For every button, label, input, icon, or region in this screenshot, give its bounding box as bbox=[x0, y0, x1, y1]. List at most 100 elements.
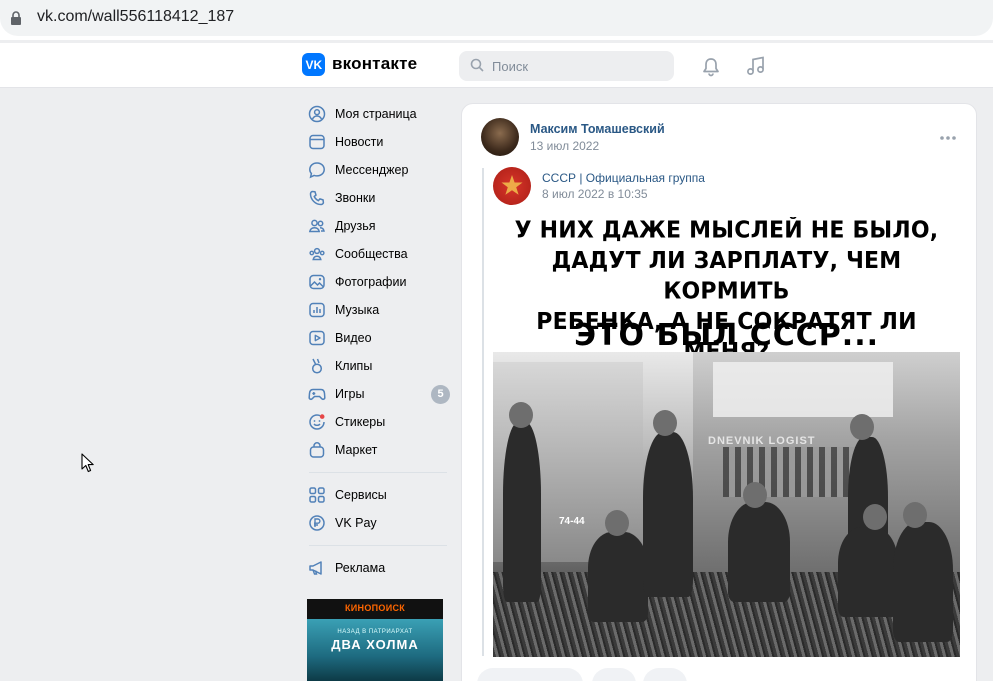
search-icon bbox=[470, 58, 484, 72]
sidebar-item-my-page[interactable]: Моя страница bbox=[307, 100, 452, 128]
phone-icon bbox=[309, 190, 325, 206]
comment-button[interactable] bbox=[592, 668, 636, 681]
photo-scene: DNEVNIK LOGIST 74-44 bbox=[493, 352, 960, 657]
image-caption-line: У НИХ ДАЖЕ МЫСЛЕЙ НЕ БЫЛО, bbox=[514, 217, 939, 244]
promo-subtitle: НАЗАД В ПАТРИАРХАТ bbox=[337, 629, 413, 635]
sidebar-item-label: Маркет bbox=[335, 443, 378, 457]
truck-watermark: DNEVNIK LOGIST bbox=[708, 435, 816, 447]
sidebar-item-label: Сообщества bbox=[335, 247, 408, 261]
sidebar-item-news[interactable]: Новости bbox=[307, 128, 452, 156]
sidebar-item-label: Музыка bbox=[335, 303, 380, 317]
vkpay-icon bbox=[309, 515, 325, 531]
sidebar-item-label: Реклама bbox=[335, 561, 386, 575]
sidebar-item-label: VK Pay bbox=[335, 516, 377, 530]
music-icon[interactable] bbox=[745, 55, 767, 77]
sidebar-item-label: Фотографии bbox=[335, 275, 407, 289]
wall-post: Максим Томашевский 13 июл 2022 СССР | Оф… bbox=[461, 103, 977, 681]
search-input[interactable] bbox=[492, 51, 667, 81]
sidebar-item-vkpay[interactable]: VK Pay bbox=[307, 509, 452, 537]
person-head bbox=[863, 504, 887, 530]
post-author[interactable]: Максим Томашевский bbox=[530, 122, 665, 136]
lock-icon bbox=[11, 11, 21, 25]
license-plate: 74-44 bbox=[559, 516, 585, 527]
user-circle-icon bbox=[308, 105, 326, 123]
post-image[interactable]: У НИХ ДАЖЕ МЫСЛЕЙ НЕ БЫЛО, ДАДУТ ЛИ ЗАРП… bbox=[493, 217, 960, 657]
person bbox=[728, 502, 790, 602]
games-count-badge: 5 bbox=[431, 385, 450, 404]
music-icon bbox=[309, 302, 325, 318]
star-icon bbox=[501, 175, 523, 195]
mouse-cursor-icon bbox=[81, 453, 94, 473]
sidebar-item-label: Видео bbox=[335, 331, 372, 345]
sidebar-item-market[interactable]: Маркет bbox=[307, 436, 452, 464]
sidebar-item-label: Моя страница bbox=[335, 107, 417, 121]
like-button[interactable] bbox=[477, 668, 583, 681]
address-field[interactable]: vk.com/wall556118412_187 bbox=[0, 0, 993, 36]
clips-icon bbox=[311, 358, 323, 374]
vk-logo-text[interactable]: вконтакте bbox=[332, 54, 417, 74]
person-head bbox=[605, 510, 629, 536]
message-icon bbox=[309, 162, 325, 179]
sidebar-item-friends[interactable]: Друзья bbox=[307, 212, 452, 240]
image-caption-line: ДАДУТ ЛИ ЗАРПЛАТУ, ЧЕМ КОРМИТЬ bbox=[551, 247, 902, 305]
person-head bbox=[653, 410, 677, 436]
person-head bbox=[850, 414, 874, 440]
person-head bbox=[509, 402, 533, 428]
sidebar-item-label: Сервисы bbox=[335, 488, 387, 502]
sidebar-divider bbox=[309, 472, 447, 473]
truck-windshield bbox=[713, 362, 893, 417]
person bbox=[893, 522, 953, 642]
repost-indicator-line bbox=[482, 168, 484, 656]
sidebar-item-label: Звонки bbox=[335, 191, 376, 205]
sidebar-item-stickers[interactable]: Стикеры bbox=[307, 408, 452, 436]
svg-text:VK: VK bbox=[306, 58, 323, 72]
stickers-icon bbox=[309, 414, 325, 430]
sidebar-item-services[interactable]: Сервисы bbox=[307, 481, 452, 509]
sidebar-item-games[interactable]: Игры 5 bbox=[307, 380, 452, 408]
sidebar-item-video[interactable]: Видео bbox=[307, 324, 452, 352]
vk-header: VK вконтакте bbox=[0, 43, 993, 88]
group-avatar[interactable] bbox=[493, 167, 531, 205]
news-icon bbox=[309, 134, 325, 150]
person bbox=[588, 532, 648, 622]
photo-icon bbox=[309, 274, 325, 290]
sidebar-item-label: Игры bbox=[335, 387, 365, 401]
author-avatar[interactable] bbox=[481, 118, 519, 156]
sidebar-item-photos[interactable]: Фотографии bbox=[307, 268, 452, 296]
sidebar-item-label: Стикеры bbox=[335, 415, 386, 429]
promo-title: ДВА ХОЛМА bbox=[331, 637, 419, 652]
share-button[interactable] bbox=[643, 668, 687, 681]
sidebar-item-communities[interactable]: Сообщества bbox=[307, 240, 452, 268]
vk-logo-icon[interactable]: VK bbox=[302, 53, 325, 76]
market-icon bbox=[309, 442, 325, 458]
left-sidebar: Моя страница Новости Мессенджер Звонки Д… bbox=[307, 100, 452, 582]
post-date[interactable]: 13 июл 2022 bbox=[530, 139, 599, 153]
sidebar-item-label: Друзья bbox=[335, 219, 376, 233]
repost-date[interactable]: 8 июл 2022 в 10:35 bbox=[542, 187, 648, 201]
sidebar-item-calls[interactable]: Звонки bbox=[307, 184, 452, 212]
sidebar-item-label: Новости bbox=[335, 135, 384, 149]
sidebar-item-messenger[interactable]: Мессенджер bbox=[307, 156, 452, 184]
image-caption-big: ЭТО БЫЛ СССР... bbox=[574, 318, 879, 353]
promo-banner[interactable]: КИНОПОИСК НАЗАД В ПАТРИАРХАТ ДВА ХОЛМА bbox=[307, 599, 443, 681]
sidebar-item-label: Клипы bbox=[335, 359, 373, 373]
video-icon bbox=[309, 330, 325, 346]
person-head bbox=[743, 482, 767, 508]
person-head bbox=[903, 502, 927, 528]
friends-icon bbox=[308, 219, 325, 233]
sidebar-item-ads[interactable]: Реклама bbox=[307, 554, 452, 582]
communities-icon bbox=[309, 247, 325, 261]
repost-group-name[interactable]: СССР | Официальная группа bbox=[542, 171, 705, 185]
person bbox=[643, 432, 693, 597]
bell-icon[interactable] bbox=[700, 56, 722, 78]
sidebar-item-clips[interactable]: Клипы bbox=[307, 352, 452, 380]
ads-icon bbox=[309, 561, 322, 575]
url-text[interactable]: vk.com/wall556118412_187 bbox=[37, 8, 234, 26]
person bbox=[503, 422, 541, 602]
services-icon bbox=[309, 487, 325, 503]
sidebar-item-music[interactable]: Музыка bbox=[307, 296, 452, 324]
promo-brand: КИНОПОИСК bbox=[345, 603, 406, 613]
games-icon bbox=[308, 388, 326, 401]
more-options-icon[interactable] bbox=[939, 135, 957, 141]
sidebar-divider bbox=[309, 545, 447, 546]
